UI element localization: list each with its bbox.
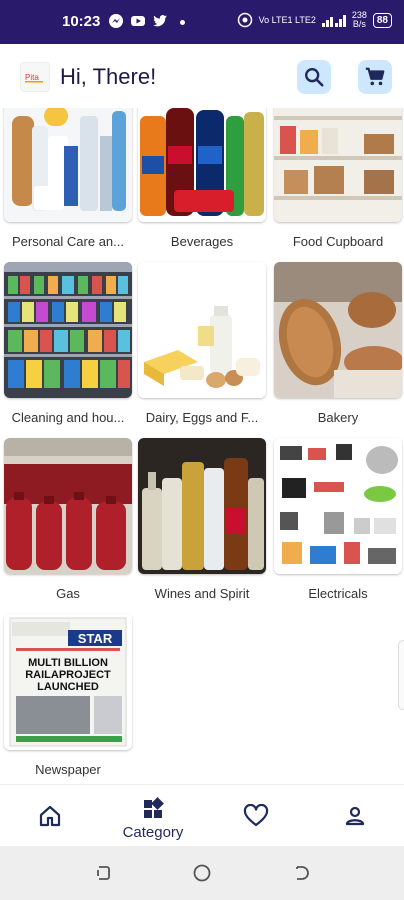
home-system-icon[interactable] (192, 863, 212, 883)
personal-care-image (4, 108, 132, 222)
more-notifications-dot (180, 20, 185, 25)
app-logo-image: Pita (25, 73, 43, 83)
home-icon (39, 805, 61, 827)
category-tile-wines[interactable] (138, 438, 266, 574)
wines-image (138, 438, 266, 574)
category-tile-bakery[interactable] (274, 262, 402, 398)
youtube-icon (131, 16, 145, 26)
svg-text:RAILAPROJECT: RAILAPROJECT (25, 669, 111, 681)
svg-text:Pita: Pita (25, 73, 39, 82)
nav-favorites[interactable] (234, 785, 278, 847)
app-logo: Pita (20, 62, 50, 92)
gas-image (4, 438, 132, 574)
category-tile-electricals[interactable] (274, 438, 402, 574)
network-speed: 238 B/s (351, 10, 367, 29)
svg-text:STAR: STAR (78, 631, 113, 646)
back-icon[interactable] (291, 863, 311, 883)
category-tile-gas[interactable] (4, 438, 132, 574)
category-label: Bakery (317, 410, 359, 425)
cart-button[interactable] (358, 60, 392, 94)
electricals-image (274, 438, 402, 574)
search-button[interactable] (297, 60, 331, 94)
category-label: Personal Care an... (11, 234, 124, 249)
category-icon (144, 797, 164, 818)
status-time: 10:23 (62, 13, 101, 30)
category-tile-personal-care[interactable] (4, 108, 132, 222)
app-header: Pita Hi, There! (0, 44, 404, 108)
category-label: Cleaning and hou... (11, 410, 125, 425)
nav-profile[interactable] (333, 785, 377, 847)
nav-category[interactable]: Category (108, 785, 198, 847)
status-indicators: Vo LTE1 LTE2 238 B/s 88 (237, 11, 392, 29)
category-label: Wines and Spirit (154, 586, 250, 601)
network-type: Vo LTE1 LTE2 (258, 14, 316, 25)
category-label: Newspaper (35, 762, 101, 777)
status-bar: 10:23 Vo LTE1 LTE2 238 B/s 88 (0, 0, 404, 44)
category-label: Dairy, Eggs and F... (145, 410, 259, 425)
beverages-image (138, 108, 266, 222)
person-icon (345, 806, 365, 826)
messenger-icon (109, 14, 123, 28)
bottom-nav: Category (0, 784, 404, 846)
greeting-title: Hi, There! (60, 64, 157, 89)
search-icon (305, 68, 324, 87)
category-tile-newspaper[interactable]: STAR MULTI BILLION RAILAPROJECT LAUNCHED (4, 614, 132, 750)
svg-text:LAUNCHED: LAUNCHED (37, 681, 99, 693)
battery-indicator: 88 (372, 12, 392, 28)
dairy-image (138, 262, 266, 398)
category-label: Electricals (308, 586, 368, 601)
signal-icon (321, 15, 346, 27)
category-grid: Personal Care an... Beverages Food Cupbo… (0, 108, 404, 784)
cart-icon (365, 67, 385, 86)
category-label: Beverages (170, 234, 234, 249)
category-label: Gas (56, 586, 80, 601)
category-label: Food Cupboard (292, 234, 384, 249)
svg-text:MULTI BILLION: MULTI BILLION (28, 657, 108, 669)
category-tile-beverages[interactable] (138, 108, 266, 222)
food-cupboard-image (274, 108, 402, 222)
nav-home[interactable] (28, 785, 72, 847)
category-tile-dairy[interactable] (138, 262, 266, 398)
category-tile-cleaning[interactable] (4, 262, 132, 398)
notification-icons (108, 13, 168, 29)
bakery-image (274, 262, 402, 398)
newspaper-image: STAR MULTI BILLION RAILAPROJECT LAUNCHED (4, 614, 132, 750)
system-nav-bar (0, 846, 404, 900)
recent-apps-icon[interactable] (93, 863, 113, 883)
category-tile-food-cupboard[interactable] (274, 108, 402, 222)
hotspot-icon (237, 12, 252, 28)
heart-icon (243, 804, 269, 827)
nav-category-label: Category (122, 824, 184, 841)
cleaning-image (4, 262, 132, 398)
twitter-icon (153, 15, 167, 27)
scroll-handle[interactable] (398, 640, 404, 710)
